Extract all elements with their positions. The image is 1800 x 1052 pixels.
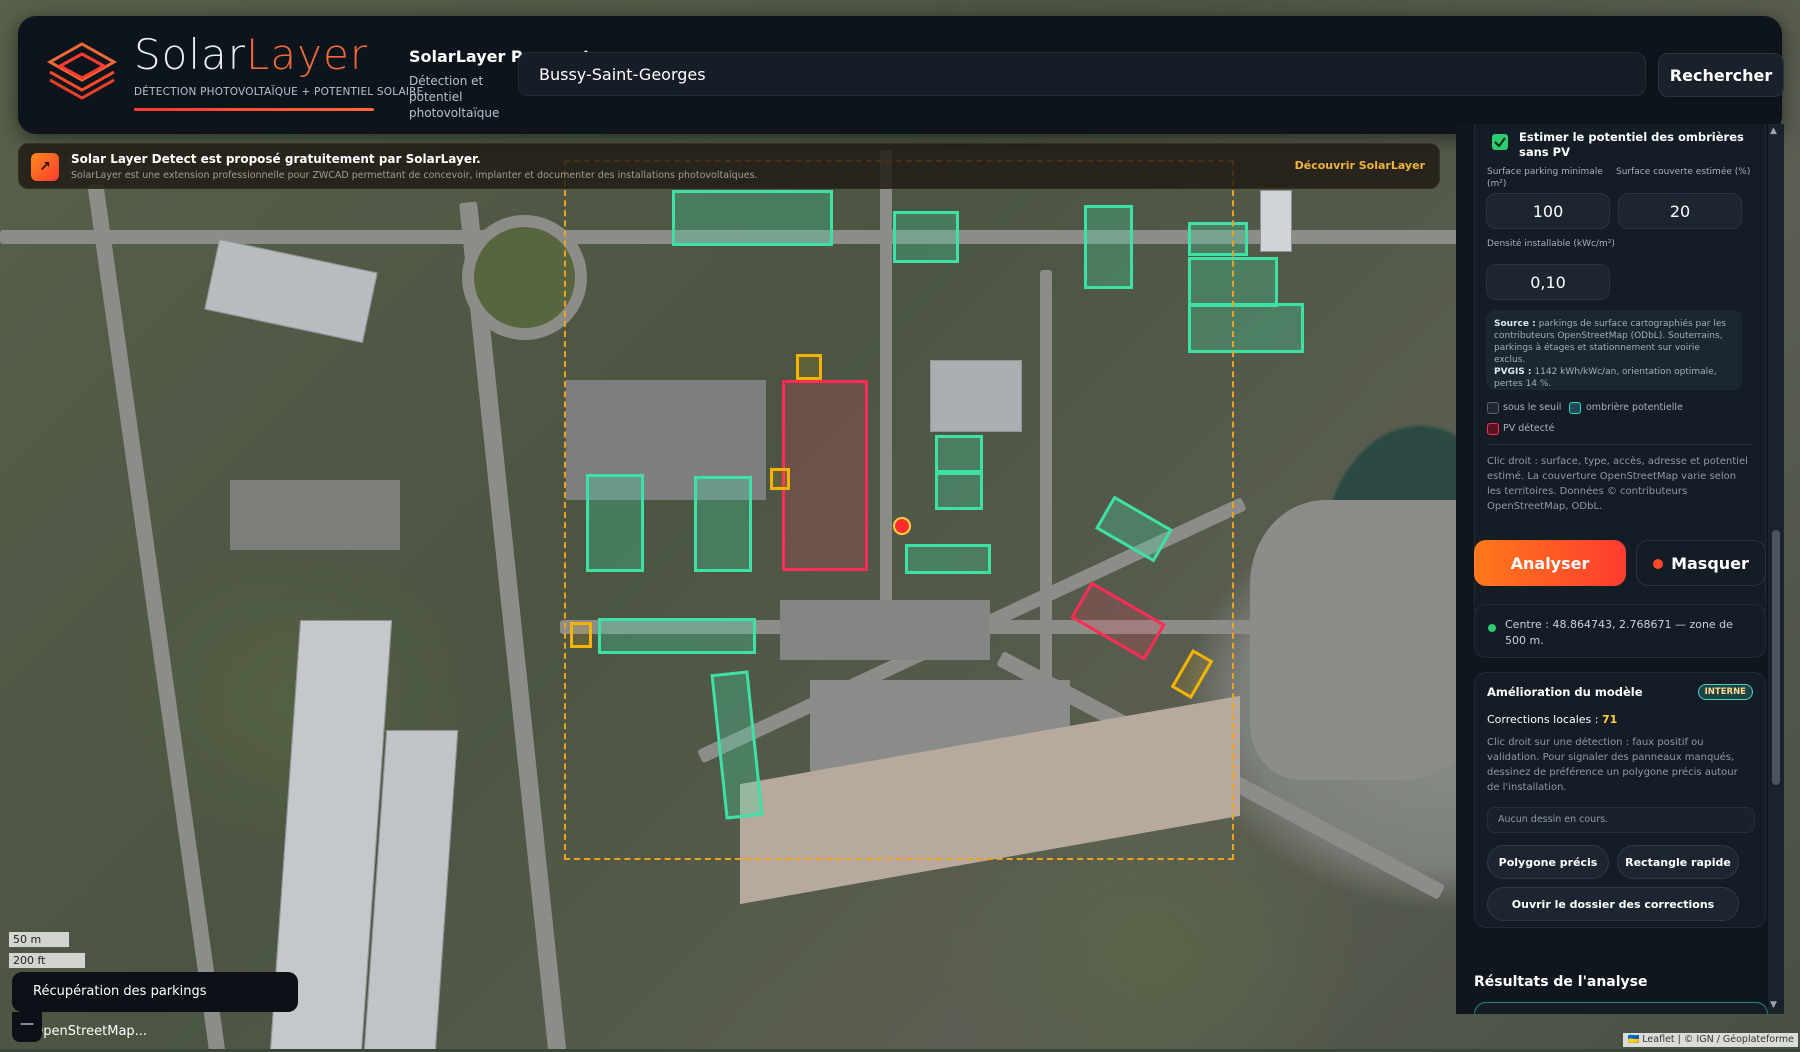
building-roof (1260, 190, 1292, 252)
arrow-icon: ↗ (31, 153, 59, 181)
discover-link[interactable]: Découvrir SolarLayer (1295, 159, 1425, 172)
location-search-input[interactable] (518, 52, 1646, 96)
loading-toast: Récupération des parkings OpenStreetMap.… (12, 972, 298, 1039)
analyze-button[interactable]: Analyser (1474, 540, 1626, 586)
app-header: SolarLayer DÉTECTION PHOTOVOLTAÏQUE + PO… (18, 16, 1784, 134)
collapse-button[interactable]: — (12, 1012, 42, 1042)
corrections-line: Corrections locales : 71 (1487, 713, 1617, 726)
model-instructions: Clic droit sur une détection : faux posi… (1487, 737, 1738, 793)
results-title: Résultats de l'analyse (1474, 974, 1648, 990)
brand-title: SolarLayer (134, 30, 369, 79)
scroll-down-icon[interactable]: ▼ (1770, 1000, 1777, 1010)
building-roof (204, 238, 378, 344)
min-parking-input[interactable] (1486, 193, 1610, 229)
banner-title: Solar Layer Detect est proposé gratuitem… (71, 152, 481, 166)
legend-label: ombrière potentielle (1586, 402, 1683, 413)
right-click-note: Clic droit : surface, type, accès, adres… (1487, 456, 1748, 512)
model-improvement-card: Amélioration du modèle INTERNE Correctio… (1474, 672, 1766, 928)
center-status: Centre : 48.864743, 2.768671 — zone de 5… (1505, 618, 1733, 647)
parking-lot (230, 480, 400, 550)
legend-swatch (1569, 402, 1581, 414)
map-attribution[interactable]: 🇺🇦 Leaflet | © IGN / Géoplateforme (1623, 1033, 1798, 1047)
status-dot-icon (1488, 624, 1496, 632)
banner-text: SolarLayer est une extension professionn… (71, 170, 758, 181)
legend-swatch (1487, 423, 1499, 435)
source-note: Source : parkings de surface cartographi… (1486, 310, 1742, 390)
legend-label: PV détecté (1503, 423, 1555, 434)
analysis-sidebar: Estimer le potentiel des ombrières sans … (1456, 124, 1782, 1014)
covered-input[interactable] (1618, 193, 1742, 229)
open-corrections-folder-button[interactable]: Ouvrir le dossier des corrections (1487, 887, 1739, 921)
min-parking-label: Surface parking minimale (m²) (1487, 167, 1603, 189)
hide-dot-icon (1653, 558, 1664, 569)
polygon-button[interactable]: Polygone précis (1487, 845, 1609, 879)
covered-label: Surface couverte estimée (%) (1616, 167, 1751, 177)
brand-underline (134, 108, 374, 111)
rectangle-button[interactable]: Rectangle rapide (1617, 845, 1739, 879)
check-icon (1494, 137, 1506, 148)
legend-label: sous le seuil (1503, 402, 1562, 413)
layers-logo-icon (46, 42, 118, 100)
app-description: Détection et potentiel photovoltaïque (409, 74, 500, 120)
center-marker[interactable] (893, 517, 911, 535)
promo-banner: ↗ Solar Layer Detect est proposé gratuit… (18, 143, 1440, 189)
search-button[interactable]: Rechercher (1658, 53, 1784, 97)
analysis-zone (564, 160, 1234, 860)
corrections-label: Corrections locales : (1487, 713, 1599, 726)
hide-button[interactable]: Masquer (1636, 540, 1766, 586)
divider (1487, 444, 1751, 445)
shade-checkbox-label: Estimer le potentiel des ombrières sans … (1519, 130, 1744, 159)
shade-checkbox[interactable] (1492, 134, 1508, 150)
density-label: Densité installable (kWc/m²) (1487, 239, 1615, 249)
legend-swatch (1487, 402, 1499, 414)
drawing-status: Aucun dessin en cours. (1487, 807, 1755, 833)
source-key: Source : (1494, 319, 1536, 329)
scroll-up-icon[interactable]: ▲ (1770, 126, 1777, 136)
internal-badge: INTERNE (1697, 684, 1753, 700)
scale-bar-imperial: 200 ft (8, 952, 86, 968)
corrections-value: 71 (1601, 713, 1618, 726)
results-card-top (1474, 1002, 1768, 1014)
center-status-card: Centre : 48.864743, 2.768671 — zone de 5… (1474, 604, 1766, 658)
hide-button-label: Masquer (1671, 553, 1749, 573)
model-title: Amélioration du modèle (1487, 685, 1643, 699)
brand-subtitle: DÉTECTION PHOTOVOLTAÏQUE + POTENTIEL SOL… (134, 86, 424, 98)
scale-bar-metric: 50 m (8, 932, 70, 948)
map-road (87, 183, 229, 1049)
pvgis-key: PVGIS : (1494, 367, 1532, 377)
sidebar-scroll-thumb[interactable] (1772, 530, 1780, 785)
density-input[interactable] (1486, 264, 1610, 300)
